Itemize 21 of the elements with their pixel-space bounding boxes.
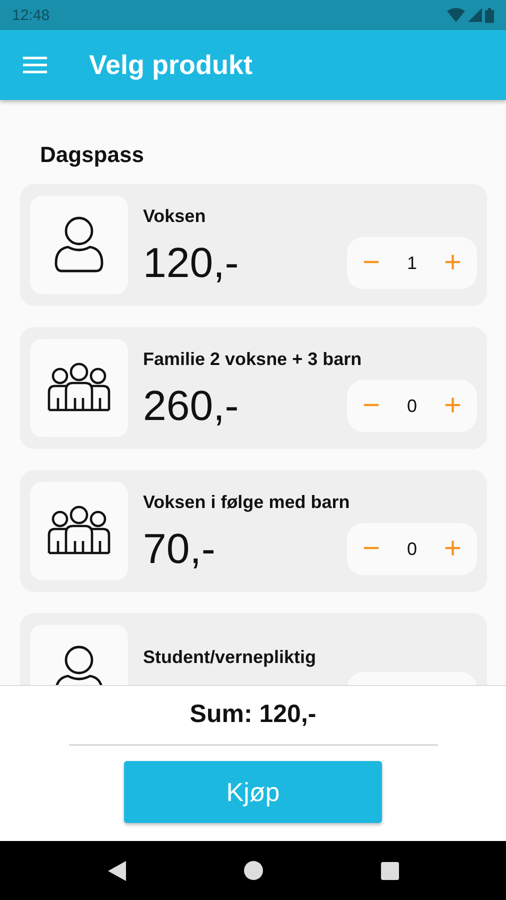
- product-name: Voksen i følge med barn: [143, 492, 351, 513]
- quantity: 0: [406, 396, 417, 416]
- product-name: Familie 2 voksne + 3 barn: [143, 349, 363, 370]
- quantity: 0: [406, 538, 417, 560]
- product-price: 260,-: [143, 382, 239, 430]
- decrement-button[interactable]: −: [358, 391, 384, 421]
- product-name: Student/vernepliktig: [143, 647, 318, 668]
- screen-title: Velg produkt: [89, 50, 253, 80]
- decrement-button[interactable]: −: [358, 534, 384, 564]
- product-price: 120,-: [143, 239, 239, 287]
- increment-button[interactable]: +: [440, 391, 466, 421]
- increment-button[interactable]: +: [440, 248, 466, 278]
- increment-button[interactable]: +: [440, 534, 466, 564]
- product-price: 70,-: [143, 525, 216, 573]
- section-title: Dagspass: [40, 142, 144, 169]
- product-name: Voksen: [143, 206, 207, 227]
- sum-total: Sum: 120,-: [190, 700, 316, 729]
- clock: 12:48: [12, 6, 50, 24]
- decrement-button[interactable]: −: [358, 248, 384, 278]
- buy-button[interactable]: Kjøp: [124, 761, 382, 823]
- quantity: 1: [406, 252, 417, 274]
